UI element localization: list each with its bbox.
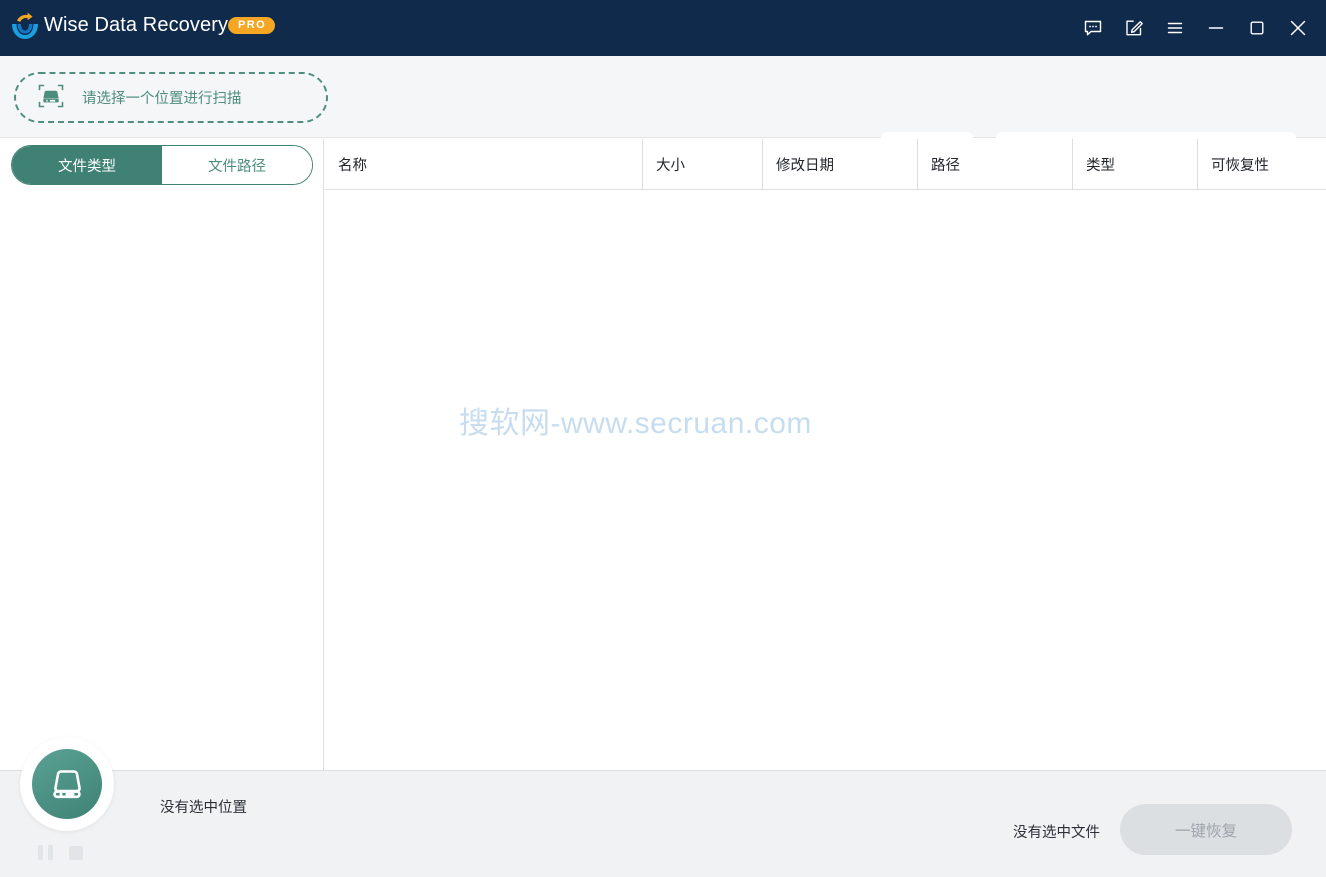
wise-logo-icon <box>8 11 42 45</box>
tab-file-path[interactable]: 文件路径 <box>162 146 312 184</box>
app-window: Wise Data Recovery PRO <box>0 0 1326 877</box>
column-header-type[interactable]: 类型 <box>1073 139 1197 190</box>
column-header-path[interactable]: 路径 <box>918 139 1072 190</box>
column-header-modified[interactable]: 修改日期 <box>763 139 917 190</box>
scan-disk-button[interactable] <box>20 737 114 831</box>
title-bar: Wise Data Recovery PRO <box>0 0 1326 56</box>
file-table-body[interactable]: 搜软网-www.secruan.com <box>325 190 1326 770</box>
edit-icon[interactable] <box>1114 8 1154 48</box>
scan-toolbar: 请选择一个位置进行扫描 过滤器 <box>0 56 1326 138</box>
sidebar-mode-toggle: 文件类型 文件路径 <box>11 145 313 185</box>
sidebar: 文件类型 文件路径 <box>0 139 324 770</box>
location-status-text: 没有选中位置 <box>160 796 247 817</box>
close-icon[interactable] <box>1278 8 1318 48</box>
status-footer: 没有选中位置 没有选中文件 一键恢复 <box>0 770 1326 877</box>
disk-scan-icon <box>38 83 68 113</box>
file-table-header: 名称 大小 修改日期 路径 类型 可恢复性 <box>325 139 1326 190</box>
window-controls <box>1073 0 1326 56</box>
column-header-recoverable[interactable]: 可恢复性 <box>1198 139 1326 190</box>
minimize-icon[interactable] <box>1196 8 1236 48</box>
app-title: Wise Data Recovery <box>44 14 228 37</box>
watermark: 搜软网-www.secruan.com <box>459 398 812 442</box>
select-scan-location-button[interactable]: 请选择一个位置进行扫描 <box>14 72 328 123</box>
menu-icon[interactable] <box>1155 8 1195 48</box>
scan-location-label: 请选择一个位置进行扫描 <box>82 87 242 108</box>
column-header-name[interactable]: 名称 <box>325 139 642 190</box>
sidebar-file-list <box>0 195 323 770</box>
disk-icon <box>32 749 102 819</box>
maximize-icon[interactable] <box>1237 8 1277 48</box>
file-status-text: 没有选中文件 <box>1013 821 1100 842</box>
one-click-recover-button[interactable]: 一键恢复 <box>1120 804 1292 855</box>
scan-controls <box>38 845 83 860</box>
stop-icon[interactable] <box>69 846 83 860</box>
tab-file-type[interactable]: 文件类型 <box>12 146 162 184</box>
column-header-size[interactable]: 大小 <box>643 139 762 190</box>
pause-icon[interactable] <box>38 845 53 860</box>
pro-badge: PRO <box>228 17 275 34</box>
feedback-icon[interactable] <box>1073 8 1113 48</box>
